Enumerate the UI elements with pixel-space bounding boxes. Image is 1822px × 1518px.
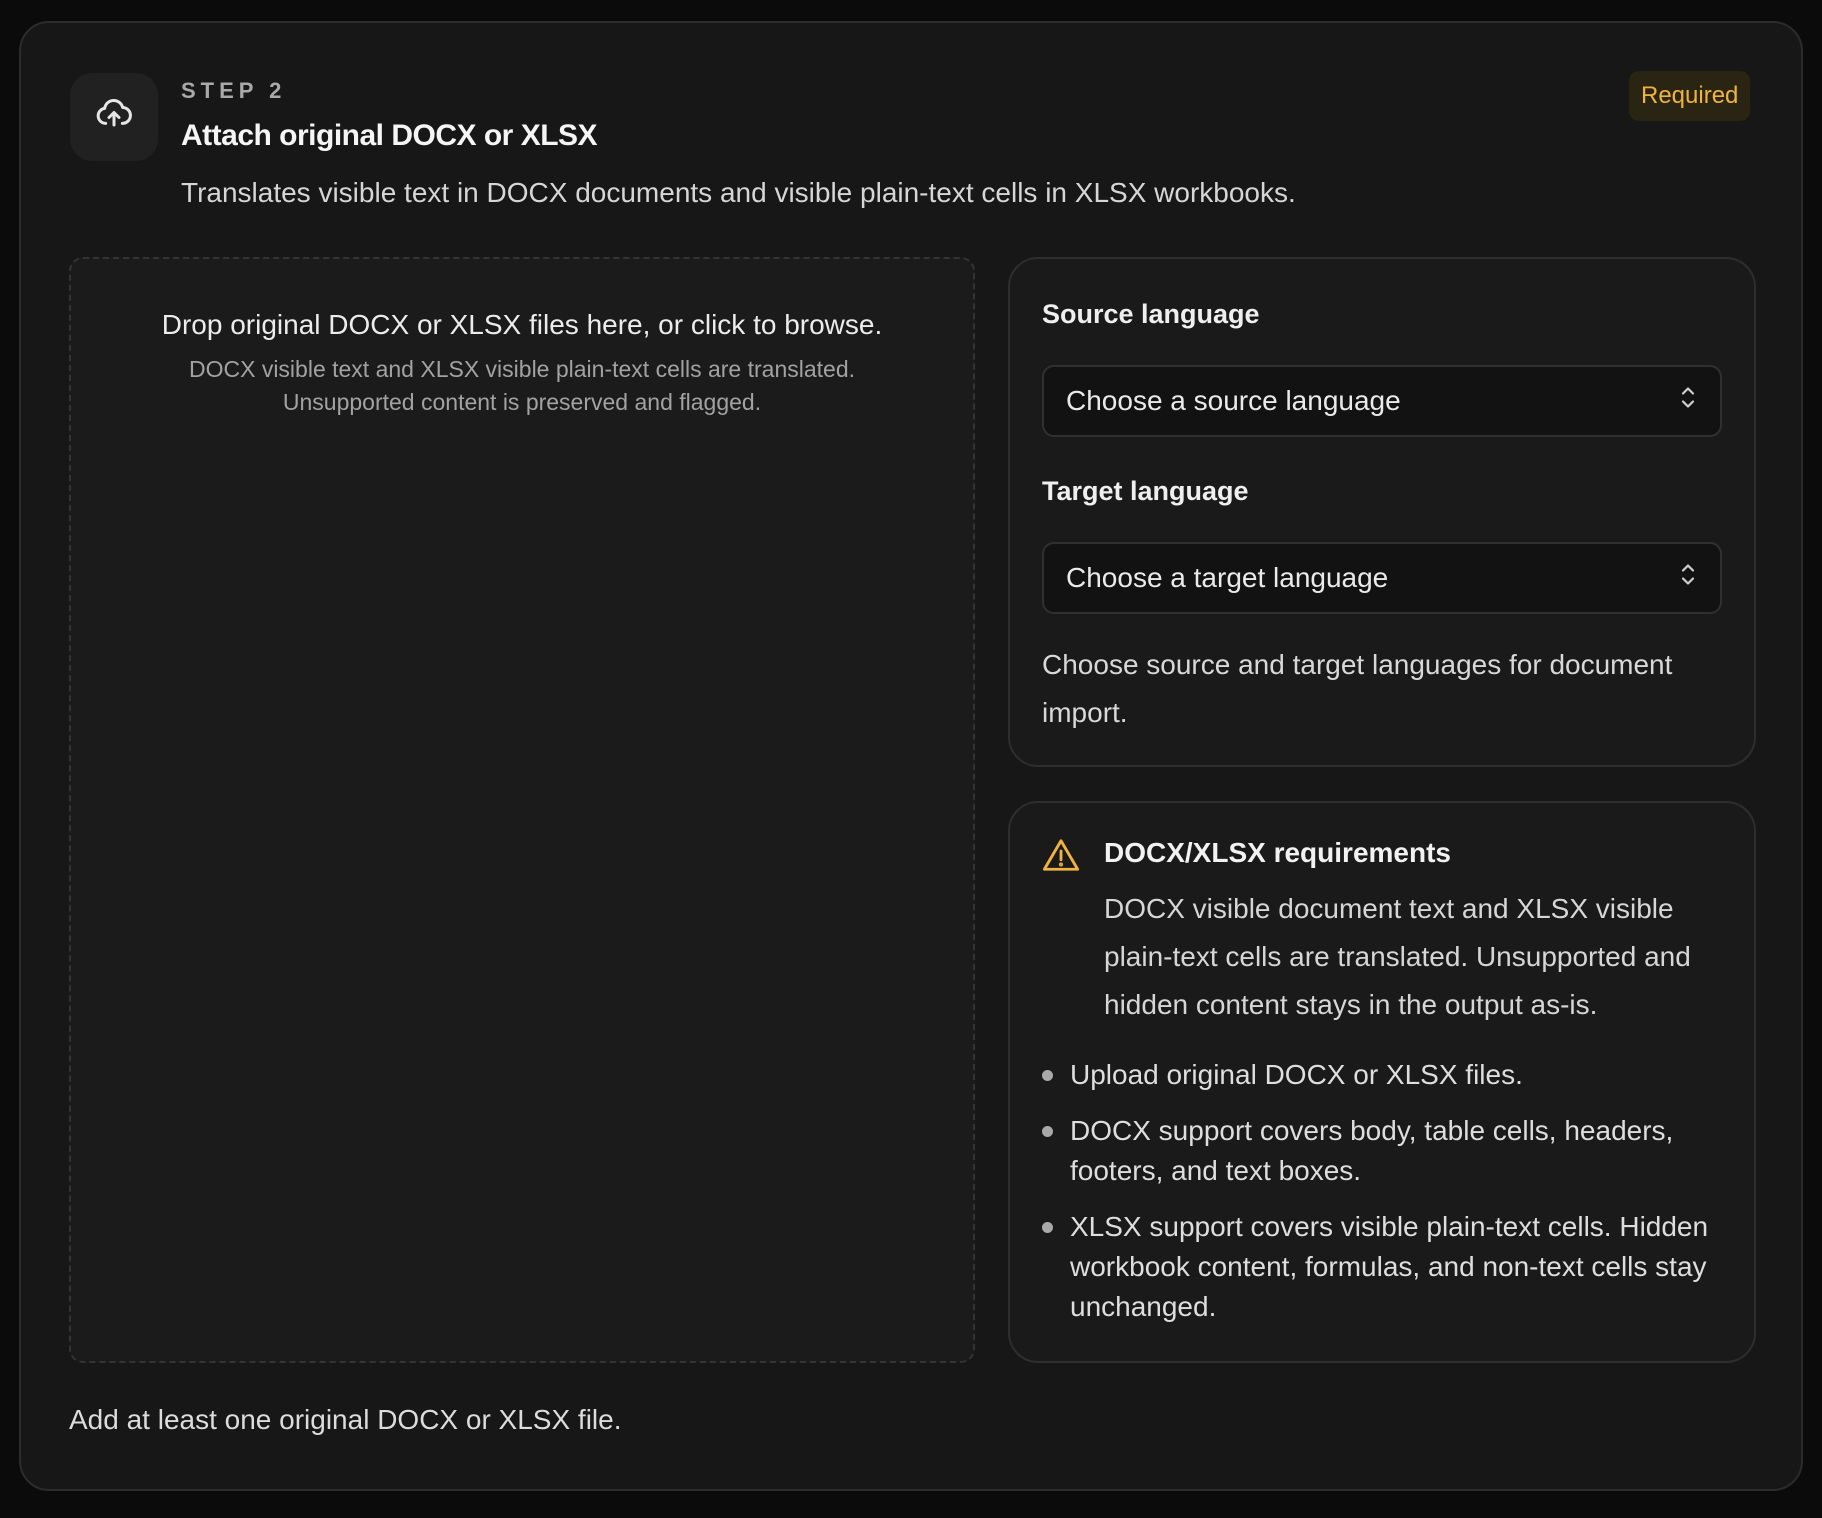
bullet-icon [1042,1126,1053,1137]
requirements-title: DOCX/XLSX requirements [1104,837,1451,868]
source-language-label: Source language [1042,299,1260,329]
source-language-value: Choose a source language [1066,385,1401,416]
page-title: Attach original DOCX or XLSX [181,119,598,152]
file-dropzone[interactable]: Drop original DOCX or XLSX files here, o… [69,257,975,1363]
requirements-description: DOCX visible document text and XLSX visi… [1104,893,1691,1020]
language-help-text: Choose source and target languages for d… [1042,649,1673,728]
dropzone-hint-line: Unsupported content is preserved and fla… [282,389,762,415]
list-item-text: Upload original DOCX or XLSX files. [1070,1059,1523,1090]
step-description: Translates visible text in DOCX document… [181,177,1296,208]
list-item-text: DOCX support covers body, table cells, h… [1070,1115,1674,1186]
step-card: STEP 2 Attach original DOCX or XLSX Tran… [19,21,1803,1491]
language-panel: Source language Choose a source language… [1008,257,1756,767]
target-language-label: Target language [1042,476,1249,506]
step-icon-tile [70,73,158,161]
required-badge: Required [1629,71,1751,121]
dropzone-hint: DOCX visible text and XLSX visible plain… [71,353,973,419]
cloud-upload-icon [94,95,134,140]
list-item-text: XLSX support covers visible plain-text c… [1070,1211,1709,1322]
list-item: DOCX support covers body, table cells, h… [1042,1111,1732,1191]
source-language-select[interactable]: Choose a source language [1042,365,1722,437]
list-item: XLSX support covers visible plain-text c… [1042,1207,1732,1327]
list-item: Upload original DOCX or XLSX files. [1042,1055,1732,1095]
target-language-select[interactable]: Choose a target language [1042,542,1722,614]
validation-message: Add at least one original DOCX or XLSX f… [69,1404,622,1435]
chevron-up-down-icon [1680,385,1696,418]
dropzone-title: Drop original DOCX or XLSX files here, o… [161,309,883,340]
chevron-up-down-icon [1680,562,1696,595]
bullet-icon [1042,1070,1053,1081]
requirements-panel: DOCX/XLSX requirements DOCX visible docu… [1008,801,1756,1363]
warning-icon [1042,837,1080,878]
requirements-list: Upload original DOCX or XLSX files. DOCX… [1042,1055,1732,1343]
target-language-value: Choose a target language [1066,562,1389,593]
bullet-icon [1042,1222,1053,1233]
dropzone-hint-line: DOCX visible text and XLSX visible plain… [188,356,856,382]
step-label: STEP 2 [181,78,287,103]
